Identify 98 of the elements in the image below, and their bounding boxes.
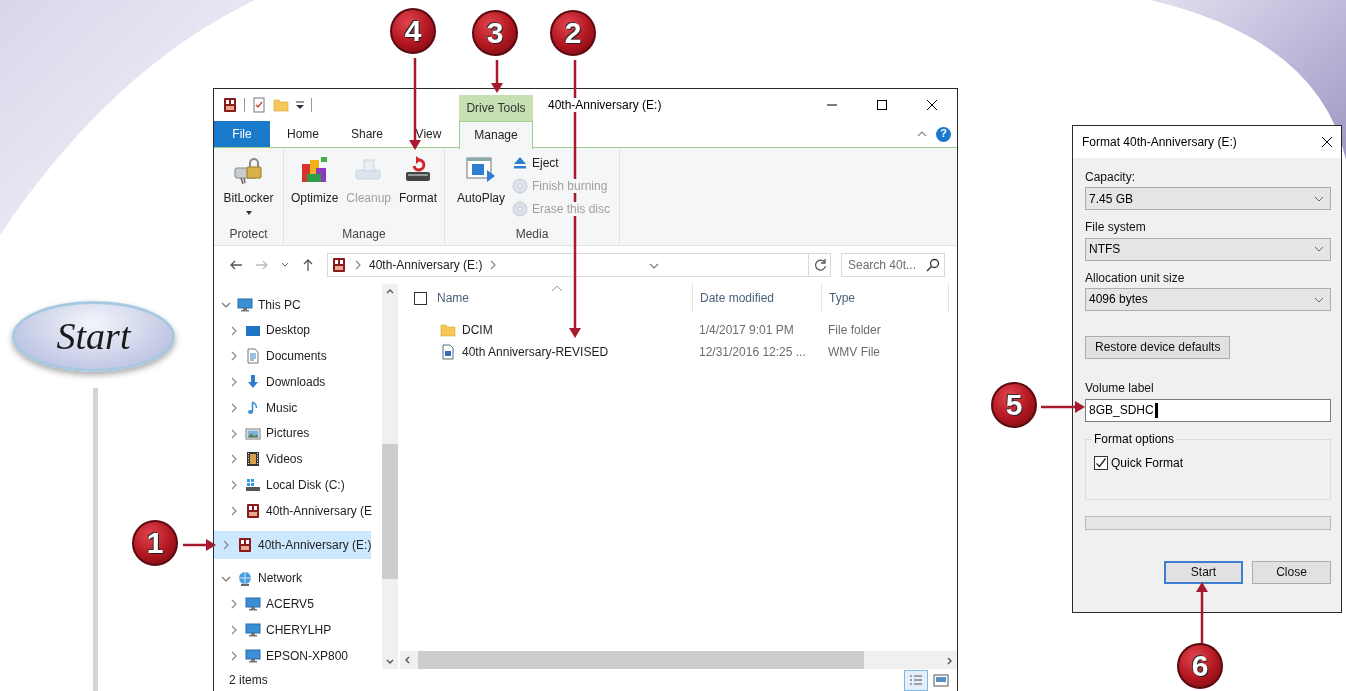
- step-number: 4: [390, 8, 436, 54]
- network-globe-icon: [237, 570, 253, 587]
- dropdown-field[interactable]: 4096 bytes: [1085, 288, 1331, 312]
- nav-item[interactable]: ACERV5: [214, 591, 314, 618]
- column-header[interactable]: Date modified: [692, 284, 821, 312]
- nav-item[interactable]: Videos: [214, 446, 303, 473]
- dropdown-field[interactable]: 7.45 GB: [1085, 187, 1331, 211]
- disc-icon: [512, 201, 528, 217]
- video-file-icon: [440, 344, 456, 360]
- step-number: 5: [991, 382, 1037, 428]
- ribbon-tab[interactable]: Share: [336, 121, 398, 147]
- column-header[interactable]: Name: [437, 284, 692, 312]
- ribbon-button[interactable]: AutoPlay: [453, 154, 508, 223]
- date-cell-text: 12/31/2016 12:25 ...: [698, 344, 807, 360]
- checklist-icon[interactable]: [251, 97, 267, 113]
- ribbon-group-label: Manage: [341, 225, 387, 243]
- dialog-button[interactable]: Close: [1252, 560, 1331, 584]
- field-label: Allocation unit size: [1085, 270, 1186, 286]
- close-icon[interactable]: [926, 99, 938, 111]
- step-number: 1: [132, 520, 178, 566]
- step-number: 3: [472, 10, 518, 56]
- column-header[interactable]: Type: [821, 284, 948, 312]
- address-bar[interactable]: 40th-Anniversary (E:): [327, 253, 831, 277]
- field-label: Volume label: [1085, 381, 1155, 396]
- monitor-icon: [245, 596, 261, 613]
- window-title: 40th-Anniversary (E:): [548, 97, 664, 113]
- sd-card-icon: [222, 97, 238, 113]
- ribbon-group-label: Media: [514, 225, 550, 243]
- dialog-title: Format 40th-Anniversary (E:): [1082, 134, 1238, 150]
- callout-arrow: [491, 60, 503, 93]
- nav-item[interactable]: Desktop: [214, 317, 311, 344]
- field-label: Capacity:: [1085, 170, 1137, 185]
- nav-item[interactable]: 40th-Anniversary (E: [214, 498, 373, 524]
- search-field[interactable]: Search 40t...: [841, 253, 945, 277]
- monitor-icon: [237, 296, 253, 313]
- checkbox-label[interactable]: Quick Format: [1111, 455, 1183, 470]
- sd-card-icon: [237, 536, 253, 553]
- sd-card-icon: [331, 257, 347, 273]
- sort-caret-icon: [551, 284, 563, 292]
- picture-icon: [245, 425, 261, 442]
- nav-item[interactable]: This PC: [214, 292, 301, 318]
- scrollbar-thumb[interactable]: [382, 444, 398, 579]
- dropdown-field[interactable]: NTFS: [1085, 237, 1331, 261]
- ribbon-tab[interactable]: View: [398, 121, 459, 147]
- film-strip-icon: [245, 451, 261, 468]
- nav-item[interactable]: EPSON-XP800: [214, 643, 349, 669]
- nav-item[interactable]: CHERYLHP: [214, 617, 332, 643]
- close-icon[interactable]: [1321, 136, 1333, 148]
- context-tab-label: Drive Tools: [459, 95, 533, 121]
- checkbox[interactable]: [1094, 455, 1108, 470]
- ribbon-tab[interactable]: File: [214, 121, 270, 147]
- eject-icon: [512, 155, 528, 171]
- callout-arrow: [1041, 401, 1085, 413]
- ribbon-button[interactable]: Optimize: [287, 154, 342, 223]
- start-badge: Start: [12, 301, 175, 372]
- file-name-cell[interactable]: 40th Anniversary-REVISED: [400, 344, 692, 360]
- ribbon-tab[interactable]: Manage: [459, 121, 533, 149]
- nav-item[interactable]: Pictures: [214, 420, 310, 447]
- select-all-checkbox[interactable]: [414, 291, 427, 305]
- step-number: 6: [1177, 643, 1223, 689]
- restore-defaults-button[interactable]: Restore device defaults: [1085, 336, 1231, 360]
- group-label: Format options: [1092, 431, 1177, 446]
- text-cursor: [1154, 402, 1158, 418]
- volume-label-field[interactable]: 8GB_SDHC: [1085, 398, 1331, 422]
- sd-card-icon: [245, 502, 261, 519]
- callout-arrow: [1196, 582, 1208, 644]
- nav-item[interactable]: Network: [214, 565, 302, 592]
- help-button[interactable]: ?: [936, 126, 951, 142]
- ribbon-group-label: Protect: [228, 225, 269, 243]
- file-name-cell[interactable]: DCIM: [400, 322, 692, 338]
- ribbon-button[interactable]: Format: [396, 154, 441, 223]
- status-text: 2 items: [229, 673, 268, 688]
- folder-icon: [440, 322, 456, 338]
- view-button[interactable]: [904, 670, 928, 691]
- nav-item[interactable]: Downloads: [214, 369, 326, 395]
- document-icon: [245, 348, 261, 365]
- dialog-button[interactable]: Start: [1164, 560, 1243, 584]
- callout-arrow: [183, 539, 216, 551]
- maximize-icon[interactable]: [876, 99, 888, 111]
- disc-icon: [512, 178, 528, 194]
- field-label: File system: [1085, 220, 1147, 235]
- monitor-icon: [245, 622, 261, 639]
- nav-item[interactable]: Documents: [214, 343, 327, 370]
- type-cell-text: WMV File: [827, 344, 881, 360]
- drive-icon: [245, 477, 261, 494]
- nav-item[interactable]: Music: [214, 395, 298, 421]
- step-number: 2: [550, 10, 596, 56]
- date-cell-text: 1/4/2017 9:01 PM: [698, 322, 795, 338]
- search-icon: [925, 257, 941, 273]
- ribbon-button[interactable]: BitLocker: [220, 154, 277, 223]
- ribbon-tab[interactable]: Home: [270, 121, 336, 147]
- scrollbar-thumb[interactable]: [418, 651, 864, 669]
- nav-item[interactable]: Local Disk (C:): [214, 472, 345, 498]
- nav-item[interactable]: 40th-Anniversary (E:): [214, 530, 372, 559]
- type-cell-text: File folder: [827, 322, 882, 338]
- caret-icon: [244, 210, 253, 217]
- monitor-icon: [245, 647, 261, 664]
- ribbon-button[interactable]: Eject: [512, 154, 611, 172]
